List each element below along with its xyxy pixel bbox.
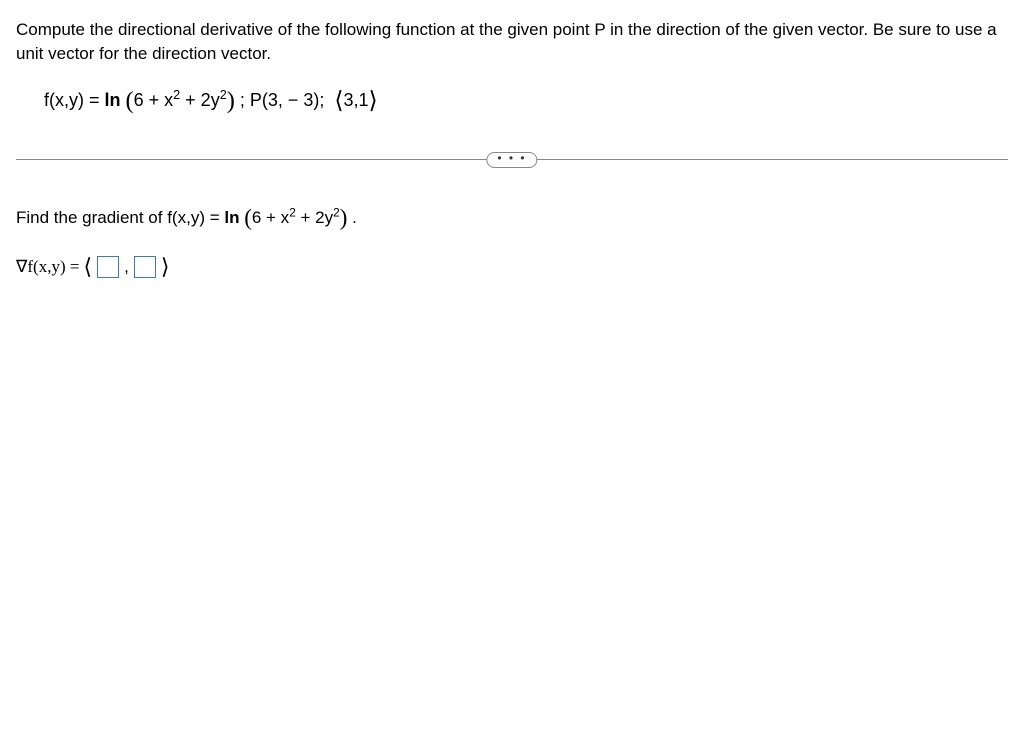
ans-angle-left-icon: ⟨ bbox=[83, 252, 92, 283]
q-period: . bbox=[347, 208, 356, 227]
equation-line: f(x,y) = ln (6 + x2 + 2y2) ; P(3, − 3); … bbox=[44, 84, 1008, 118]
separator: • • • bbox=[16, 150, 1008, 170]
answer-line: ∇f(x,y) = ⟨ , ⟩ bbox=[16, 252, 1008, 283]
q-sq1: 2 bbox=[289, 205, 296, 219]
question-prefix: Find the gradient of f(x,y) = bbox=[16, 208, 224, 227]
point-text: P(3, − 3); bbox=[250, 90, 325, 110]
semi: ; bbox=[235, 90, 250, 110]
q-sq2: 2 bbox=[333, 205, 340, 219]
q-ln: ln bbox=[224, 208, 239, 227]
gradient-y-input[interactable] bbox=[134, 256, 156, 278]
plus1: + 2y bbox=[180, 90, 220, 110]
problem-statement: Compute the directional derivative of th… bbox=[16, 18, 1008, 66]
hr-right bbox=[512, 159, 1008, 160]
statement-text: Compute the directional derivative of th… bbox=[16, 20, 997, 63]
q-inner1: 6 + x bbox=[252, 208, 289, 227]
gradient-x-input[interactable] bbox=[97, 256, 119, 278]
hr-left bbox=[16, 159, 512, 160]
vector-content: 3,1 bbox=[344, 90, 369, 110]
rparen-icon: ) bbox=[227, 87, 235, 114]
expand-button[interactable]: • • • bbox=[486, 152, 537, 168]
lparen-icon: ( bbox=[126, 87, 134, 114]
inner1: 6 + x bbox=[134, 90, 174, 110]
ellipsis-icon: • • • bbox=[497, 151, 526, 165]
ans-comma: , bbox=[124, 255, 129, 279]
ln-text: ln bbox=[105, 90, 121, 110]
sq2: 2 bbox=[220, 88, 227, 102]
angle-right-icon: ⟩ bbox=[369, 88, 378, 114]
angle-left-icon: ⟨ bbox=[334, 88, 343, 114]
question-line: Find the gradient of f(x,y) = ln (6 + x2… bbox=[16, 202, 1008, 234]
fx-label: f(x,y) = bbox=[44, 90, 105, 110]
q-lparen-icon: ( bbox=[244, 205, 252, 230]
gradient-label: ∇f(x,y) = bbox=[16, 255, 79, 279]
ans-angle-right-icon: ⟩ bbox=[161, 252, 170, 283]
q-plus: + 2y bbox=[296, 208, 333, 227]
